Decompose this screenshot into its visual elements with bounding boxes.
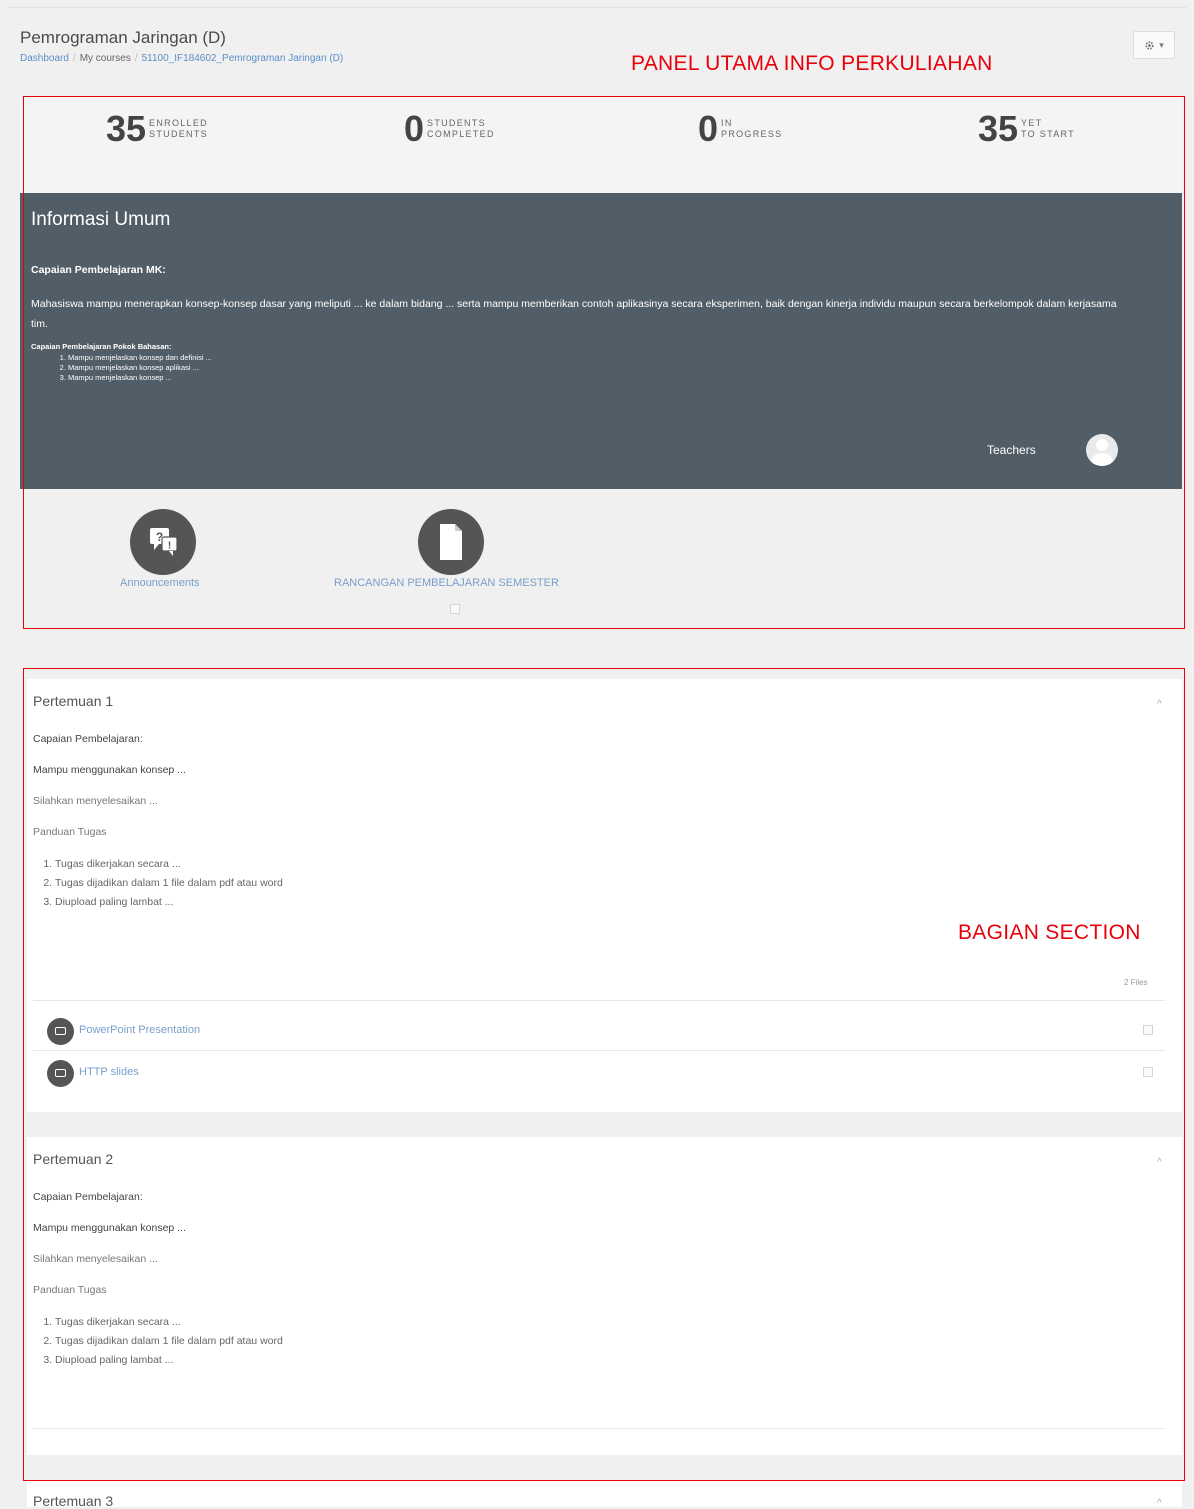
section-divider (33, 1428, 1165, 1429)
completion-checkbox[interactable] (450, 604, 460, 614)
teachers-label: Teachers (987, 443, 1036, 457)
stat-value: 0 (698, 108, 719, 149)
completion-checkbox[interactable] (1143, 1067, 1153, 1077)
section-pertemuan-2: Pertemuan 2 ^ Capaian Pembelajaran: Mamp… (27, 1137, 1182, 1455)
list-item: Tugas dijadikan dalam 1 file dalam pdf a… (55, 1332, 283, 1351)
chevron-up-icon[interactable]: ^ (1157, 1498, 1162, 1509)
stat-enrolled: 35 ENROLLED STUDENTS (106, 111, 239, 147)
section-task-list: Tugas dikerjakan secara ... Tugas dijadi… (33, 1313, 283, 1370)
list-item: Mampu menjelaskan konsep aplikasi ... (68, 363, 212, 373)
section-task-list: Tugas dikerjakan secara ... Tugas dijadi… (33, 855, 283, 912)
stat-value: 35 (106, 108, 147, 149)
course-stats: 35 ENROLLED STUDENTS 0 STUDENTS COMPLETED … (20, 97, 1182, 193)
list-item: Tugas dikerjakan secara ... (55, 855, 283, 874)
breadcrumb-course[interactable]: 51100_IF184602_Pemrograman Jaringan (D) (142, 53, 344, 64)
files-count: 2 Files (1124, 978, 1148, 987)
general-info-panel: Informasi Umum Capaian Pembelajaran MK: … (20, 193, 1182, 489)
presentation-icon (47, 1018, 74, 1045)
stat-yet-to-start: 35 YET TO START (978, 111, 1111, 147)
breadcrumb-separator: / (72, 53, 76, 64)
annotation-section: BAGIAN SECTION (958, 921, 1141, 944)
section-cap-heading: Capaian Pembelajaran: (33, 733, 143, 745)
breadcrumb-my-courses[interactable]: My courses (80, 53, 131, 64)
stat-completed: 0 STUDENTS COMPLETED (404, 111, 517, 147)
info-objectives: Mampu menjelaskan konsep dan definisi ..… (31, 353, 212, 383)
tile-rps-link[interactable]: RANCANGAN PEMBELAJARAN SEMESTER (334, 577, 559, 589)
page-title: Pemrograman Jaringan (D) (20, 28, 226, 47)
file-link-powerpoint[interactable]: PowerPoint Presentation (79, 1024, 200, 1036)
stat-in-progress: 0 IN PROGRESS (698, 111, 811, 147)
course-tiles: ? ! Announcements RANCANGAN PEMBELAJARAN… (20, 489, 1182, 627)
stat-label: YET TO START (1021, 118, 1075, 139)
section-konsep: Mampu menggunakan konsep ... (33, 764, 186, 776)
chevron-up-icon[interactable]: ^ (1157, 699, 1162, 710)
section-divider (33, 1000, 1165, 1001)
stat-value: 35 (978, 108, 1019, 149)
stat-label: STUDENTS COMPLETED (427, 118, 495, 139)
stat-label: IN PROGRESS (721, 118, 783, 139)
section-panduan: Panduan Tugas (33, 1284, 107, 1296)
info-description: Mahasiswa mampu menerapkan konsep-konsep… (31, 298, 1117, 330)
info-cap-heading: Capaian Pembelajaran MK: (31, 264, 166, 276)
section-pertemuan-1: Pertemuan 1 ^ Capaian Pembelajaran: Mamp… (27, 679, 1182, 1112)
section-pertemuan-3: Pertemuan 3 ^ (27, 1481, 1182, 1509)
stat-value: 0 (404, 108, 425, 149)
section-instruction: Silahkan menyelesaikan ... (33, 1253, 158, 1265)
forum-icon[interactable]: ? ! (130, 509, 196, 575)
file-row-powerpoint: PowerPoint Presentation (33, 1009, 1165, 1049)
section-instruction: Silahkan menyelesaikan ... (33, 795, 158, 807)
file-icon[interactable] (418, 509, 484, 575)
list-item: Tugas dijadikan dalam 1 file dalam pdf a… (55, 874, 283, 893)
file-row-http-slides: HTTP slides (33, 1051, 1165, 1091)
svg-text:!: ! (168, 541, 171, 552)
section-cap-heading: Capaian Pembelajaran: (33, 1191, 143, 1203)
teacher-avatar[interactable] (1086, 434, 1118, 466)
section-konsep: Mampu menggunakan konsep ... (33, 1222, 186, 1234)
top-divider (7, 7, 1187, 8)
info-sub-heading: Capaian Pembelajaran Pokok Bahasan: (31, 342, 172, 351)
breadcrumb-dashboard[interactable]: Dashboard (20, 53, 69, 64)
course-page: Pemrograman Jaringan (D) Dashboard / My co… (0, 0, 1194, 1509)
file-link-http-slides[interactable]: HTTP slides (79, 1066, 139, 1078)
breadcrumb-separator: / (134, 53, 138, 64)
annotation-main-panel: PANEL UTAMA INFO PERKULIAHAN (631, 52, 993, 75)
list-item: Diupload paling lambat ... (55, 893, 283, 912)
chevron-down-icon: ▾ (1159, 39, 1164, 50)
completion-checkbox[interactable] (1143, 1025, 1153, 1035)
stat-label: ENROLLED STUDENTS (149, 118, 208, 139)
section-title: Pertemuan 2 (33, 1151, 114, 1167)
settings-menu-button[interactable]: ▾ (1133, 31, 1175, 59)
section-title: Pertemuan 1 (33, 693, 114, 709)
list-item: Mampu menjelaskan konsep dan definisi ..… (68, 353, 212, 363)
tile-announcements-link[interactable]: Announcements (120, 577, 200, 589)
info-title: Informasi Umum (31, 209, 171, 230)
list-item: Mampu menjelaskan konsep ... (68, 373, 212, 383)
list-item: Diupload paling lambat ... (55, 1351, 283, 1370)
list-item: Tugas dikerjakan secara ... (55, 1313, 283, 1332)
gear-icon (1145, 40, 1154, 50)
presentation-icon (47, 1060, 74, 1087)
section-panduan: Panduan Tugas (33, 826, 107, 838)
chevron-up-icon[interactable]: ^ (1157, 1157, 1162, 1168)
breadcrumb: Dashboard / My courses/51100_IF184602_Pemr… (20, 53, 343, 64)
